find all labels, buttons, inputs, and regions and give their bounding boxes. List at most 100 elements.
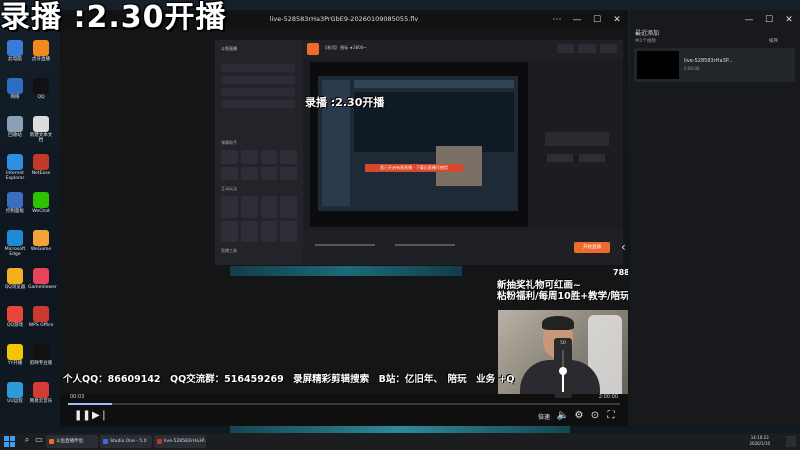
desktop-icon-label: YY开播 bbox=[7, 361, 23, 366]
video-frame[interactable]: 斗鱼直播 弹幕助手 互动玩法 直播工具 【老司】 图标 ★2800~ 开始直播 … bbox=[60, 30, 628, 394]
app-icon bbox=[33, 192, 49, 208]
desktop-icon[interactable]: YY开播 bbox=[2, 344, 28, 366]
desktop-icon[interactable]: WeGame bbox=[28, 230, 54, 252]
desktop-icon[interactable]: WeChat bbox=[28, 192, 54, 214]
windows-start-icon[interactable] bbox=[4, 436, 15, 447]
top-banner: 录播 :2.30开播 bbox=[0, 0, 227, 35]
red-notice: 您已开启有限直播 · 下载后直播可使用 bbox=[365, 164, 463, 172]
taskbar: ⌕ ▭ 斗鱼直播伴侣 Studio One - 5.0 live-528583rHa… bbox=[0, 433, 800, 450]
app-icon bbox=[7, 40, 23, 56]
promo-number: 788 bbox=[613, 268, 628, 277]
panel-maximize-button[interactable]: ☐ bbox=[760, 13, 778, 27]
app-icon bbox=[7, 154, 23, 170]
clock-date: 2026/1/10 bbox=[749, 441, 770, 446]
desktop-icon[interactable]: QQ浏览器 bbox=[2, 268, 28, 290]
desktop-icon[interactable]: NetEase bbox=[28, 154, 54, 176]
video-player-window: live-528583rHa3PrGbE9-20260109085055.flv… bbox=[60, 10, 628, 426]
app-icon bbox=[33, 78, 49, 94]
app-preview bbox=[310, 62, 528, 227]
info-ticker: 个人QQ：86609142 QQ交流群：516459269 录屏精彩剪辑搜索 B… bbox=[63, 374, 515, 385]
recent-panel: — ☐ ✕ 最近添加 共1个视频 排序 live-528583rHa3P... … bbox=[630, 10, 800, 426]
chevron-left-icon[interactable]: ‹ bbox=[621, 240, 626, 254]
total-time: 2:00:00 bbox=[598, 394, 618, 400]
recent-item[interactable]: live-528583rHa3P... 2:00:00 bbox=[634, 48, 795, 82]
desktop-icon-label: WPS Office bbox=[28, 323, 54, 328]
minimize-button[interactable]: — bbox=[568, 13, 586, 27]
sort-button[interactable]: 排序 bbox=[769, 38, 778, 44]
next-icon[interactable]: ▶❘ bbox=[92, 410, 108, 421]
desktop-icon[interactable]: QQ bbox=[28, 78, 54, 100]
app-icon bbox=[157, 439, 162, 444]
volume-popup[interactable]: 50 bbox=[554, 338, 572, 398]
system-clock[interactable]: 14:10:23 2026/1/10 bbox=[749, 435, 770, 447]
volume-icon[interactable]: 🔈 bbox=[556, 410, 570, 421]
desktop-icon[interactable]: WPS Office bbox=[28, 306, 54, 328]
desktop-icon[interactable]: Microsoft Edge bbox=[2, 230, 28, 257]
live-overlay-text: 录播 :2.30开播 bbox=[305, 96, 385, 109]
seek-bar[interactable] bbox=[68, 403, 620, 405]
desktop-icon[interactable]: GameViewer bbox=[28, 268, 57, 290]
desktop-icon[interactable]: 剪映专业版 bbox=[28, 344, 54, 366]
desktop-icon-label: QQ游戏 bbox=[6, 323, 24, 328]
app-left-panel: 斗鱼直播 弹幕助手 互动玩法 直播工具 bbox=[215, 40, 303, 265]
app-icon bbox=[33, 116, 49, 132]
desktop-icon[interactable]: 此电脑 bbox=[2, 40, 28, 62]
app-icon bbox=[33, 154, 49, 170]
taskbar-app-button[interactable]: Studio One - 5.0 bbox=[100, 435, 152, 448]
app-icon bbox=[7, 116, 23, 132]
maximize-button[interactable]: ☐ bbox=[588, 13, 606, 27]
quick-label-2: 互动玩法 bbox=[221, 186, 237, 191]
close-button[interactable]: ✕ bbox=[608, 13, 626, 27]
desktop-icon-label: 网易云音乐 bbox=[29, 399, 53, 404]
desktop-icon[interactable]: 网络 bbox=[2, 78, 28, 100]
app-icon bbox=[33, 306, 49, 322]
desktop-icon-label: 虎牙直播 bbox=[32, 57, 50, 62]
task-view-icon[interactable]: ▭ bbox=[32, 435, 46, 444]
taskbar-app-label: Studio One - 5.0 bbox=[110, 439, 147, 444]
notification-icon[interactable] bbox=[786, 436, 796, 447]
desktop-icon[interactable]: 回收站 bbox=[2, 116, 28, 138]
desktop-icon[interactable]: 控制面板 bbox=[2, 192, 28, 214]
desktop-icon[interactable]: QQ游戏 bbox=[2, 306, 28, 328]
speed-button[interactable]: 倍速 bbox=[538, 412, 550, 421]
desktop-icon-label: 新建文本文档 bbox=[29, 133, 53, 143]
app-icon bbox=[7, 78, 23, 94]
fullscreen-icon[interactable]: ⛶ bbox=[604, 410, 618, 421]
app-topbar: 【老司】 图标 ★2800~ bbox=[303, 40, 623, 58]
app-side-panel bbox=[533, 62, 621, 227]
desktop-icon[interactable]: Internet Explorer bbox=[2, 154, 28, 181]
recent-item-duration: 2:00:00 bbox=[684, 66, 700, 71]
player-controls: 00:03 2:00:00 ❚❚ ▶❘ 倍速 🔈 ⚙ ⊙ ⛶ bbox=[60, 394, 628, 426]
desktop-icon-label: 网络 bbox=[10, 95, 20, 100]
pause-icon[interactable]: ❚❚ bbox=[74, 410, 91, 421]
pin-icon[interactable]: ⋯ bbox=[548, 13, 566, 27]
volume-knob[interactable] bbox=[559, 367, 567, 375]
desktop-icon[interactable]: 新建文本文档 bbox=[28, 116, 54, 143]
taskbar-app-button[interactable]: live-528583rHa3P... bbox=[154, 435, 206, 448]
recent-count: 共1个视频 bbox=[635, 39, 656, 44]
panel-minimize-button[interactable]: — bbox=[740, 13, 758, 27]
app-icon bbox=[7, 230, 23, 246]
desktop-icon[interactable]: UU远程 bbox=[2, 382, 28, 404]
desktop-icon-label: 此电脑 bbox=[8, 57, 22, 62]
promo-line-2: 粘粉福利/每周10胜+教学/陪玩 bbox=[497, 291, 628, 302]
taskbar-app-label: live-528583rHa3P... bbox=[164, 439, 206, 444]
desktop-icon-label: QQ浏览器 bbox=[4, 285, 26, 290]
desktop-icon-label: 回收站 bbox=[8, 133, 22, 138]
seek-progress bbox=[68, 403, 113, 405]
quick-label-3: 直播工具 bbox=[221, 248, 237, 253]
desktop-icon-label: NetEase bbox=[31, 171, 51, 176]
app-icon bbox=[7, 192, 23, 208]
taskbar-app-button[interactable]: 斗鱼直播伴侣 bbox=[46, 435, 98, 448]
app-icon bbox=[7, 344, 23, 360]
desktop-icon[interactable]: 虎牙直播 bbox=[28, 40, 54, 62]
settings-icon[interactable]: ⊙ bbox=[588, 410, 602, 421]
app-icon bbox=[33, 382, 49, 398]
app-title: 【老司】 图标 ★2800~ bbox=[323, 45, 367, 50]
desktop-icon-label: GameViewer bbox=[28, 285, 57, 290]
desktop-icon-label: Internet Explorer bbox=[5, 171, 25, 181]
panel-close-button[interactable]: ✕ bbox=[780, 13, 798, 27]
screenshot-icon[interactable]: ⚙ bbox=[572, 410, 586, 421]
volume-value: 50 bbox=[560, 341, 566, 346]
desktop-icon[interactable]: 网易云音乐 bbox=[28, 382, 54, 404]
